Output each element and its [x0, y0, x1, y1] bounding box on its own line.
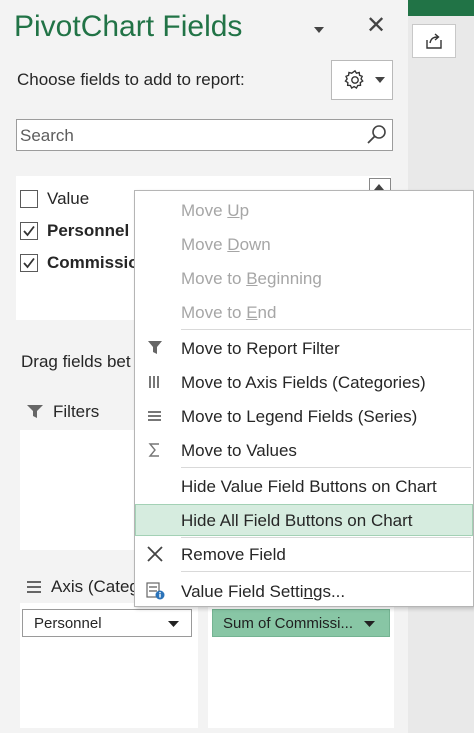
menu-item-value-field-settings[interactable]: Value Field Settings...	[135, 575, 473, 607]
axis-area-header: Axis (Categ	[27, 577, 139, 597]
field-item-commission[interactable]: Commissio	[20, 252, 139, 274]
chevron-down-icon	[168, 621, 179, 627]
menu-separator	[181, 467, 471, 468]
menu-item-move-to-values[interactable]: Move to Values	[135, 434, 473, 466]
menu-separator	[181, 571, 471, 572]
chevron-down-icon	[375, 77, 385, 83]
search-placeholder: Search	[20, 126, 74, 145]
field-settings-icon	[146, 582, 165, 600]
axis-field-button-personnel[interactable]: Personnel	[22, 609, 192, 637]
search-input[interactable]: Search	[16, 119, 393, 151]
filter-icon	[27, 405, 43, 418]
axis-fields-icon	[149, 376, 159, 388]
field-item-personnel[interactable]: Personnel	[20, 220, 129, 242]
values-field-button-sum-of-commission[interactable]: Sum of Commissi...	[212, 609, 390, 637]
filter-icon	[148, 341, 162, 354]
checkbox-checked[interactable]	[20, 222, 38, 240]
remove-icon	[147, 546, 163, 562]
menu-item-move-to-axis-fields[interactable]: Move to Axis Fields (Categories)	[135, 366, 473, 398]
menu-item-move-to-beginning[interactable]: Move to Beginning	[135, 262, 473, 294]
menu-item-move-up[interactable]: Move Up	[135, 194, 473, 226]
field-item-value[interactable]: Value	[20, 188, 89, 210]
field-label: Commissio	[47, 253, 139, 272]
menu-item-hide-value-field-buttons[interactable]: Hide Value Field Buttons on Chart	[135, 470, 473, 502]
chevron-down-icon	[364, 621, 375, 627]
filters-area-header: Filters	[27, 402, 99, 422]
menu-separator	[181, 329, 471, 330]
search-icon[interactable]	[366, 124, 388, 146]
field-context-menu: Move Up Move Down Move to Beginning Move…	[134, 190, 474, 607]
pane-options-dropdown-icon[interactable]	[312, 22, 326, 33]
share-button[interactable]	[412, 24, 456, 58]
close-icon[interactable]: ✕	[366, 14, 386, 38]
menu-item-remove-field[interactable]: Remove Field	[135, 538, 473, 570]
menu-item-move-to-report-filter[interactable]: Move to Report Filter	[135, 332, 473, 364]
field-label: Value	[47, 189, 90, 208]
pane-title: PivotChart Fields	[14, 10, 243, 43]
rows-icon	[27, 581, 41, 593]
sigma-icon	[148, 443, 159, 457]
tools-button[interactable]	[331, 60, 393, 100]
menu-item-move-down[interactable]: Move Down	[135, 228, 473, 260]
checkbox-checked[interactable]	[20, 254, 38, 272]
gear-icon	[344, 69, 364, 90]
menu-item-move-to-end[interactable]: Move to End	[135, 296, 473, 328]
choose-fields-label: Choose fields to add to report:	[17, 70, 245, 89]
share-icon	[426, 33, 442, 49]
menu-item-hide-all-field-buttons[interactable]: Hide All Field Buttons on Chart	[135, 504, 473, 536]
field-label: Personnel	[47, 221, 130, 240]
drag-fields-label: Drag fields bet	[21, 352, 131, 371]
ribbon-strip	[408, 0, 474, 16]
checkbox-unchecked[interactable]	[20, 190, 38, 208]
menu-item-move-to-legend-fields[interactable]: Move to Legend Fields (Series)	[135, 400, 473, 432]
legend-fields-icon	[148, 411, 161, 421]
